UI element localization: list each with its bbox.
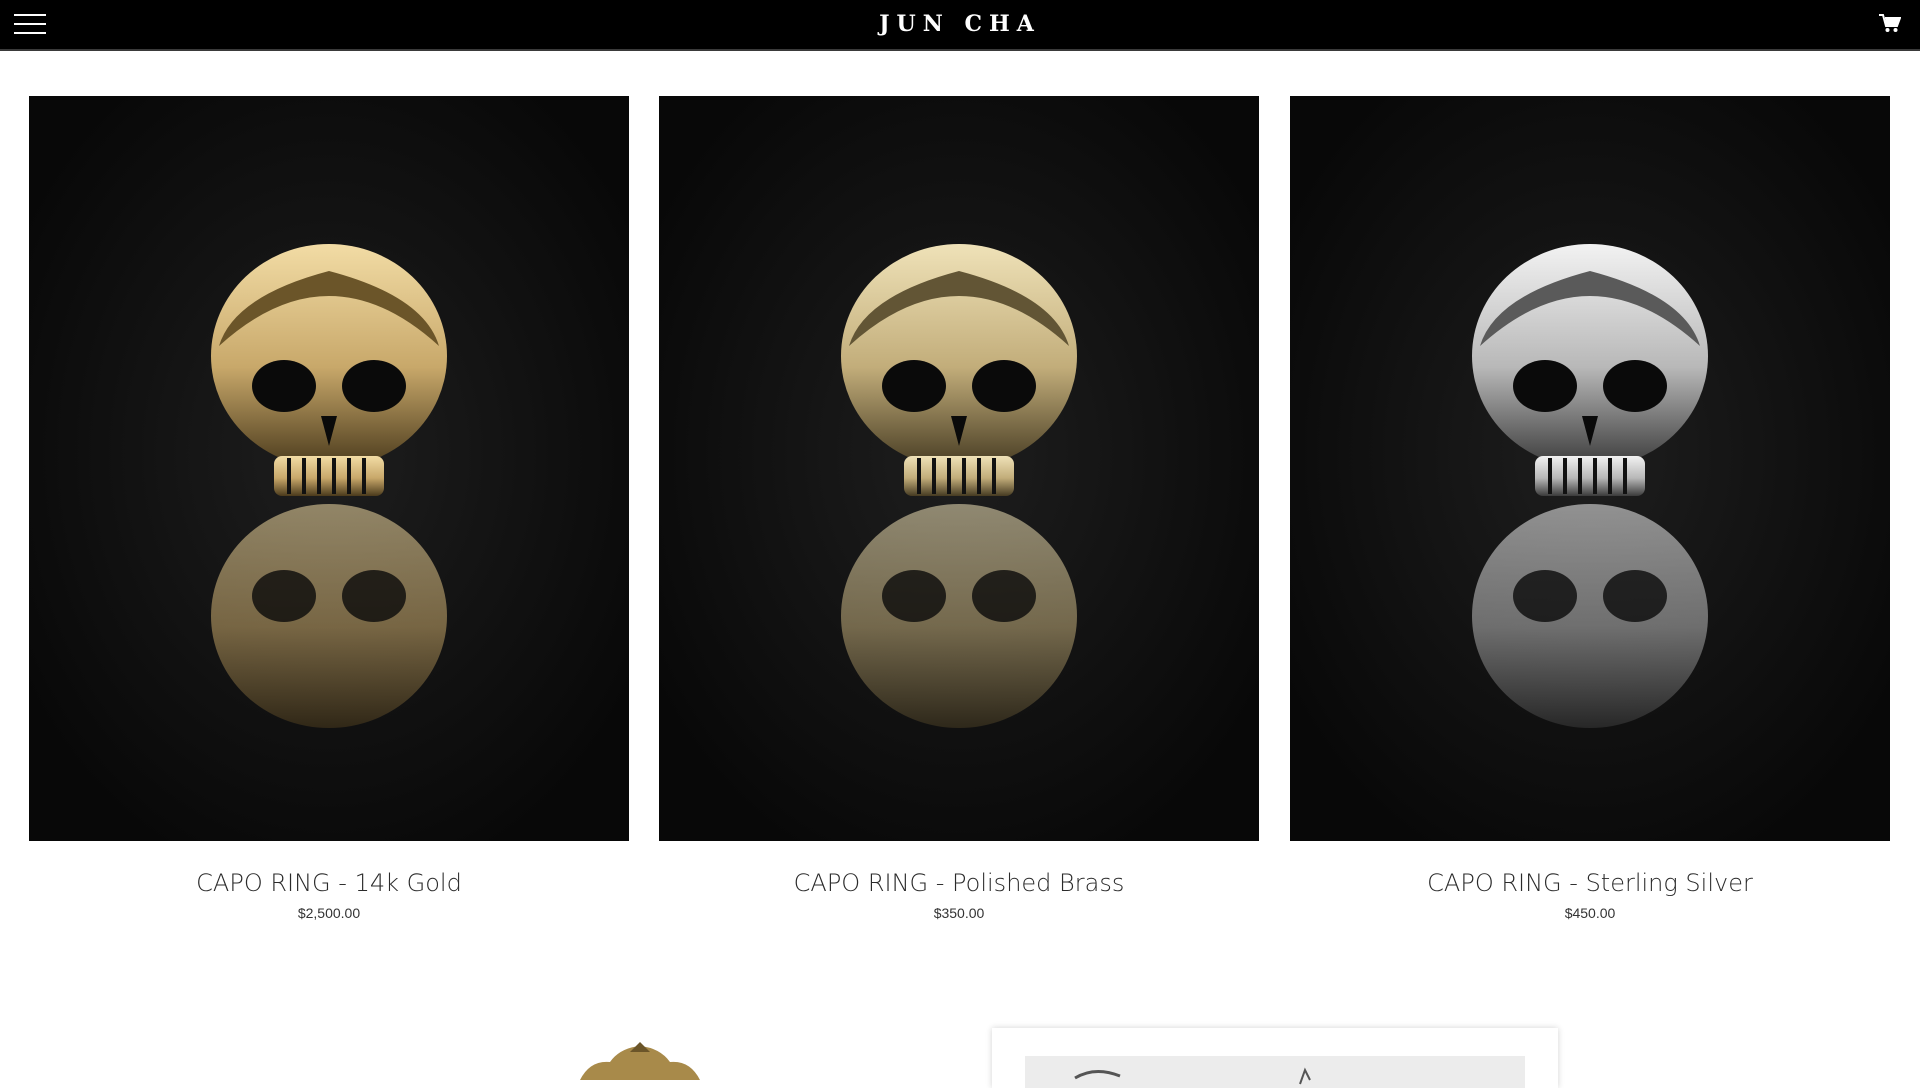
product-image[interactable] xyxy=(1290,96,1890,841)
product-name[interactable]: CAPO RING - Polished Brass xyxy=(659,868,1259,898)
product-image-partial[interactable] xyxy=(992,1028,1558,1088)
product-name[interactable]: CAPO RING - 14k Gold xyxy=(29,868,629,898)
product-card[interactable]: CAPO RING - Polished Brass $350.00 xyxy=(659,96,1259,922)
brand-logo[interactable]: JUN CHA xyxy=(0,0,1920,49)
product-image-partial[interactable] xyxy=(560,1040,720,1080)
product-image[interactable] xyxy=(29,96,629,841)
product-card[interactable]: CAPO RING - Sterling Silver $450.00 xyxy=(1290,96,1890,922)
product-price: $350.00 xyxy=(933,905,985,921)
product-price: $450.00 xyxy=(1564,905,1616,921)
product-image[interactable] xyxy=(659,96,1259,841)
shopping-cart-icon[interactable] xyxy=(1879,13,1902,33)
product-price: $2,500.00 xyxy=(297,905,361,921)
product-card[interactable]: CAPO RING - 14k Gold $2,500.00 xyxy=(29,96,629,922)
product-name[interactable]: CAPO RING - Sterling Silver xyxy=(1290,868,1890,898)
top-navigation-bar: JUN CHA xyxy=(0,0,1920,51)
